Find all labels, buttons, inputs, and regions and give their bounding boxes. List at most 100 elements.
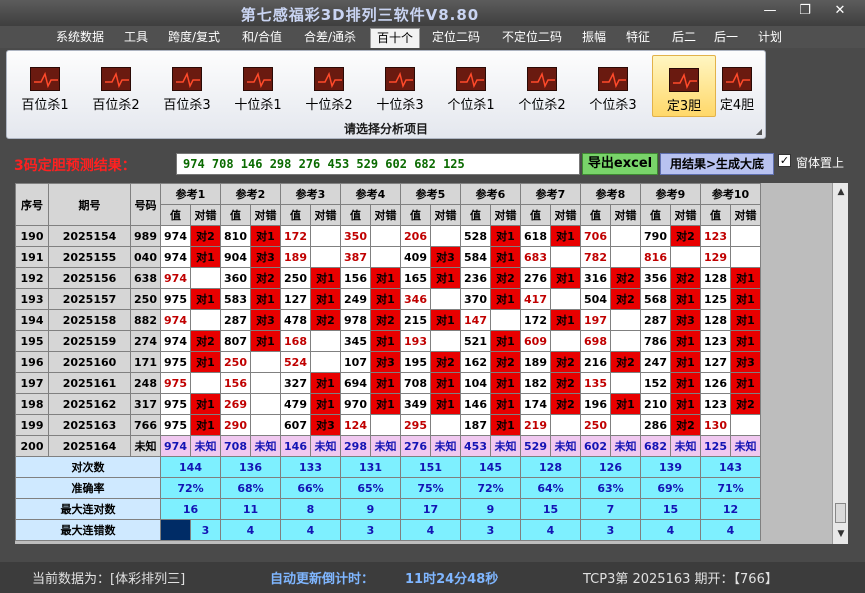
- restore-icon[interactable]: ❐: [790, 0, 820, 22]
- ribbon-button-3[interactable]: 十位杀1: [226, 55, 290, 117]
- menu-item-8[interactable]: 振幅: [576, 28, 612, 48]
- table-row[interactable]: 192 2025156 638 974 360 对2 250 对1 156 对1 165 对1 236 对…: [15, 267, 761, 289]
- minimize-icon[interactable]: —: [755, 0, 785, 22]
- row-code: 274: [130, 330, 161, 352]
- table-row[interactable]: 194 2025158 882 974 287 对3 478 对2 978 对2 215 对1 147 1…: [15, 309, 761, 331]
- ref-result: 对1: [670, 393, 701, 415]
- ref-value: 975: [160, 372, 191, 394]
- row-period: 2025163: [48, 414, 131, 436]
- ribbon-button-8[interactable]: 个位杀3: [581, 55, 645, 117]
- ribbon-button-label: 十位杀2: [305, 98, 353, 113]
- ribbon-button-0[interactable]: 百位杀1: [13, 55, 77, 117]
- ref-value: 135: [580, 372, 611, 394]
- prediction-result-field[interactable]: 974 708 146 298 276 453 529 602 682 125: [176, 153, 580, 175]
- row-period: 2025161: [48, 372, 131, 394]
- row-period: 2025160: [48, 351, 131, 373]
- row-seq: 198: [15, 393, 49, 415]
- menu-item-4[interactable]: 合差/通杀: [298, 28, 362, 48]
- ref-value: 521: [460, 330, 491, 352]
- ref-value: 206: [400, 225, 431, 247]
- prediction-table-row[interactable]: 200 2025164 未知 974 未知 708 未知 146 未知 298 未知 276 未知 453…: [15, 435, 761, 457]
- window-on-top-checkbox[interactable]: ✓: [778, 154, 791, 167]
- ref-result: [610, 414, 641, 436]
- ribbon-button-label: 百位杀2: [92, 98, 140, 113]
- pred-status: 未知: [310, 435, 341, 457]
- menu-item-11[interactable]: 后一: [708, 28, 744, 48]
- generate-base-button[interactable]: 用结果>生成大底: [660, 153, 774, 175]
- ribbon-button-4[interactable]: 十位杀2: [297, 55, 361, 117]
- ref-value: 609: [520, 330, 551, 352]
- result-table: 序号 期号 号码 参考1 参考2 参考3 参考4 参考5 参考6 参考7 参考8 参考9 参考10 值对错…: [15, 183, 761, 541]
- menu-item-1[interactable]: 工具: [118, 28, 154, 48]
- ref-value: 356: [640, 267, 671, 289]
- ref-result: 对1: [430, 393, 461, 415]
- pred-status: 未知: [490, 435, 521, 457]
- menu-item-6[interactable]: 定位二码: [426, 28, 486, 48]
- close-icon[interactable]: ✕: [825, 0, 855, 22]
- ref-result: 对1: [190, 246, 221, 268]
- head-value: 值: [160, 204, 191, 226]
- ref-result: 对1: [250, 288, 281, 310]
- ref-value: 287: [640, 309, 671, 331]
- ribbon-button-1[interactable]: 百位杀2: [84, 55, 148, 117]
- ref-value: 156: [220, 372, 251, 394]
- ribbon-button-6[interactable]: 个位杀1: [439, 55, 503, 117]
- menu-item-5[interactable]: 百十个: [370, 28, 421, 48]
- scroll-up-icon[interactable]: ▲: [834, 185, 848, 199]
- ref-value: 350: [340, 225, 371, 247]
- table-row[interactable]: 195 2025159 274 974 对2 807 对1 168 345 对1 193 521 对1 6…: [15, 330, 761, 352]
- summary-row: 最大连错数 3 4 4 3 4 3 4 3 4 4: [15, 519, 761, 541]
- ribbon-button-5[interactable]: 十位杀3: [368, 55, 432, 117]
- menu-item-7[interactable]: 不定位二码: [496, 28, 568, 48]
- table-row[interactable]: 191 2025155 040 974 对1 904 对3 189 387 409 对3 584 对1 6…: [15, 246, 761, 268]
- summary-value: 4: [520, 519, 581, 541]
- latest-issue-text: TCP3第 2025163 期开：【766】: [583, 572, 778, 587]
- ref-value: 162: [460, 351, 491, 373]
- ref-value: 182: [520, 372, 551, 394]
- table-row[interactable]: 193 2025157 250 975 对1 583 对1 127 对1 249 对1 346 370 对…: [15, 288, 761, 310]
- export-excel-button[interactable]: 导出excel: [582, 153, 658, 175]
- menu-item-0[interactable]: 系统数据: [50, 28, 110, 48]
- summary-value: 11: [220, 498, 281, 520]
- table-row[interactable]: 198 2025162 317 975 对1 269 479 对1 970 对1 349 对1 146 对…: [15, 393, 761, 415]
- table-row[interactable]: 190 2025154 989 974 对2 810 对1 172 350 206 528 对1 618…: [15, 225, 761, 247]
- menu-item-3[interactable]: 和/合值: [236, 28, 288, 48]
- ref-value: 706: [580, 225, 611, 247]
- table-row[interactable]: 196 2025160 171 975 对1 250 524 107 对3 195 对2 162 对2 1…: [15, 351, 761, 373]
- row-code: 250: [130, 288, 161, 310]
- ref-value: 708: [400, 372, 431, 394]
- table-row[interactable]: 199 2025163 766 975 对1 290 607 对3 124 295 187 对1 219…: [15, 414, 761, 436]
- pred-value: 298: [340, 435, 371, 457]
- ref-value: 146: [460, 393, 491, 415]
- ref-result: [370, 414, 401, 436]
- menu-item-2[interactable]: 跨度/复式: [162, 28, 226, 48]
- ref-value: 370: [460, 288, 491, 310]
- scroll-thumb[interactable]: [835, 503, 846, 523]
- ref-result: 对2: [490, 267, 521, 289]
- head-ref: 参考5: [400, 183, 461, 205]
- ribbon-button-2[interactable]: 百位杀3: [155, 55, 219, 117]
- menu-item-12[interactable]: 计划: [752, 28, 788, 48]
- menu-item-9[interactable]: 特征: [620, 28, 656, 48]
- scroll-down-icon[interactable]: ▼: [834, 527, 848, 541]
- row-code: 638: [130, 267, 161, 289]
- ribbon-expand-icon[interactable]: ◢: [756, 127, 762, 136]
- ref-value: 970: [340, 393, 371, 415]
- ref-value: 316: [580, 267, 611, 289]
- summary-value: 4: [400, 519, 461, 541]
- ref-value: 904: [220, 246, 251, 268]
- ref-result: 对1: [490, 246, 521, 268]
- ribbon-button-9[interactable]: 定3胆: [652, 55, 716, 117]
- ref-value: 193: [400, 330, 431, 352]
- table-row[interactable]: 197 2025161 248 975 156 327 对1 694 对1 708 对1 104 对1 1…: [15, 372, 761, 394]
- ref-result: 对1: [370, 330, 401, 352]
- summary-value: 133: [280, 456, 341, 478]
- grid-scrollbar[interactable]: ▲ ▼: [832, 183, 848, 544]
- ribbon-button-10[interactable]: 定4胆: [709, 55, 765, 117]
- menu-item-10[interactable]: 后二: [666, 28, 702, 48]
- ref-result: 对1: [250, 330, 281, 352]
- head-value: 值: [700, 204, 731, 226]
- ribbon-button-7[interactable]: 个位杀2: [510, 55, 574, 117]
- ref-value: 104: [460, 372, 491, 394]
- ref-result: 对1: [490, 393, 521, 415]
